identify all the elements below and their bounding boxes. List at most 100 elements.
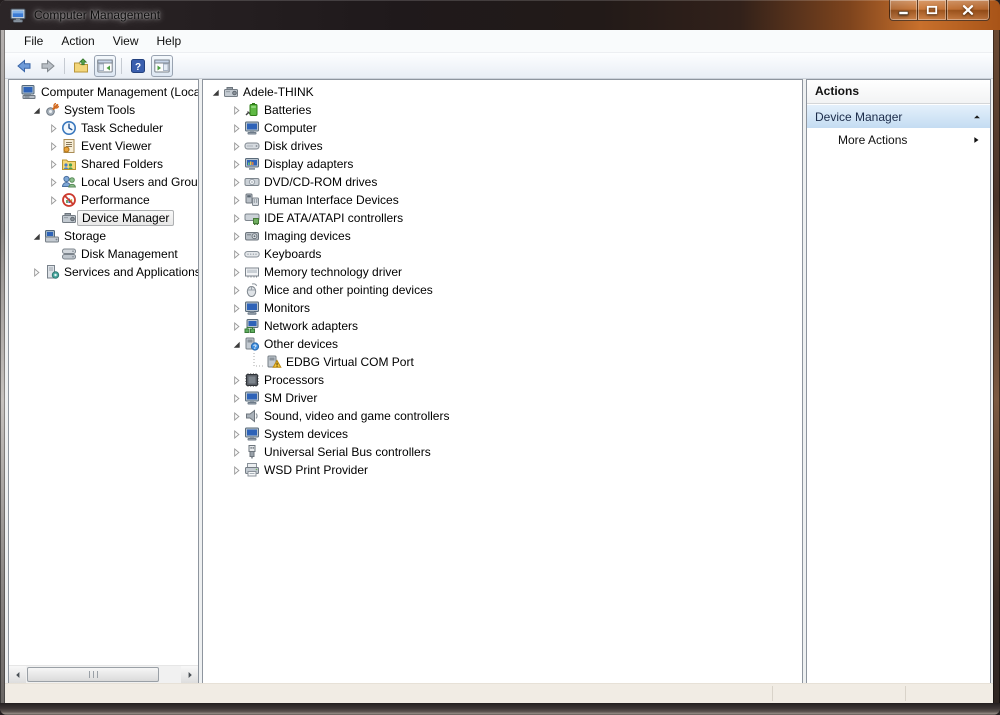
scroll-right-button[interactable] <box>181 666 198 683</box>
tree-item-services-and-applications[interactable]: Services and Applications <box>9 263 198 281</box>
tree-item-batteries[interactable]: Batteries <box>203 101 802 119</box>
expander-expanded-icon[interactable] <box>230 337 243 351</box>
tree-item-local-users-and-groups[interactable]: Local Users and Groups <box>9 173 198 191</box>
tree-item-memory-technology-driver[interactable]: Memory technology driver <box>203 263 802 281</box>
tree-item-label: SM Driver <box>264 391 317 405</box>
scrollbar-track[interactable] <box>26 666 181 683</box>
minimize-button[interactable] <box>889 0 918 21</box>
tree-item-disk-management[interactable]: Disk Management <box>9 245 198 263</box>
maximize-button[interactable] <box>918 0 947 21</box>
expander-expanded-icon[interactable] <box>30 103 43 117</box>
expander-collapsed-icon[interactable] <box>230 265 243 279</box>
tree-item-keyboards[interactable]: Keyboards <box>203 245 802 263</box>
menu-file[interactable]: File <box>15 32 52 50</box>
expander-expanded-icon[interactable] <box>209 85 222 99</box>
tree-item-computer-management-local[interactable]: Computer Management (Local <box>9 83 198 101</box>
tree-item-performance[interactable]: Performance <box>9 191 198 209</box>
menu-help[interactable]: Help <box>148 32 191 50</box>
expander-collapsed-icon[interactable] <box>230 409 243 423</box>
expander-collapsed-icon[interactable] <box>30 265 43 279</box>
expander-collapsed-icon[interactable] <box>47 193 60 207</box>
tree-item-label: Local Users and Groups <box>81 175 199 189</box>
expander-collapsed-icon[interactable] <box>230 247 243 261</box>
expander-collapsed-icon[interactable] <box>230 373 243 387</box>
tree-item-other-devices[interactable]: ?Other devices <box>203 335 802 353</box>
tree-item-universal-serial-bus-controllers[interactable]: Universal Serial Bus controllers <box>203 443 802 461</box>
window-controls <box>889 0 990 21</box>
tree-item-device-manager[interactable]: Device Manager <box>9 209 198 227</box>
back-arrow-icon <box>16 58 32 74</box>
actions-group-device-manager[interactable]: Device Manager <box>807 104 990 128</box>
menu-view[interactable]: View <box>104 32 148 50</box>
help-button[interactable]: ? <box>127 55 149 77</box>
expander-collapsed-icon[interactable] <box>230 211 243 225</box>
tree-item-label: Event Viewer <box>81 139 151 153</box>
expander-collapsed-icon[interactable] <box>230 391 243 405</box>
expander-collapsed-icon[interactable] <box>47 157 60 171</box>
expander-collapsed-icon[interactable] <box>230 229 243 243</box>
performance-icon <box>61 192 77 208</box>
usb-icon <box>244 444 260 460</box>
tree-item-sound-video-and-game-controllers[interactable]: Sound, video and game controllers <box>203 407 802 425</box>
toolbar-separator <box>121 58 122 74</box>
expander-collapsed-icon[interactable] <box>47 139 60 153</box>
tree-item-storage[interactable]: Storage <box>9 227 198 245</box>
tree-item-monitors[interactable]: Monitors <box>203 299 802 317</box>
forward-button[interactable] <box>37 55 59 77</box>
tree-item-shared-folders[interactable]: Shared Folders <box>9 155 198 173</box>
titlebar[interactable]: Computer Management <box>0 0 1000 30</box>
up-one-level-button[interactable] <box>70 55 92 77</box>
tree-item-ide-ata-atapi-controllers[interactable]: IDE ATA/ATAPI controllers <box>203 209 802 227</box>
tree-item-human-interface-devices[interactable]: Human Interface Devices <box>203 191 802 209</box>
back-button[interactable] <box>13 55 35 77</box>
tree-item-disk-drives[interactable]: Disk drives <box>203 137 802 155</box>
expander-collapsed-icon[interactable] <box>47 175 60 189</box>
expander-collapsed-icon[interactable] <box>230 121 243 135</box>
expander-collapsed-icon[interactable] <box>230 283 243 297</box>
expander-collapsed-icon[interactable] <box>230 103 243 117</box>
expander-collapsed-icon[interactable] <box>230 319 243 333</box>
device-tree: Adele-THINKBatteriesComputerDisk drivesD… <box>203 80 802 479</box>
scroll-left-button[interactable] <box>9 666 26 683</box>
expander-collapsed-icon[interactable] <box>230 427 243 441</box>
client-area: FileActionViewHelp ? Computer Management… <box>5 30 993 703</box>
forward-arrow-icon <box>40 58 56 74</box>
expander-collapsed-icon[interactable] <box>230 139 243 153</box>
close-button[interactable] <box>947 0 990 21</box>
scrollbar-thumb[interactable] <box>27 667 159 682</box>
more-actions-label: More Actions <box>838 133 907 147</box>
show-hide-console-tree-button[interactable] <box>94 55 116 77</box>
tree-item-system-tools[interactable]: System Tools <box>9 101 198 119</box>
tree-item-event-viewer[interactable]: Event Viewer <box>9 137 198 155</box>
horizontal-scrollbar[interactable] <box>9 665 198 683</box>
tree-item-network-adapters[interactable]: Network adapters <box>203 317 802 335</box>
more-actions-item[interactable]: More Actions <box>807 128 990 151</box>
tree-item-display-adapters[interactable]: Display adapters <box>203 155 802 173</box>
expander-collapsed-icon[interactable] <box>230 157 243 171</box>
tree-item-dvd-cd-rom-drives[interactable]: DVD/CD-ROM drives <box>203 173 802 191</box>
menu-action[interactable]: Action <box>52 32 103 50</box>
tree-item-edbg-virtual-com-port[interactable]: EDBG Virtual COM Port <box>203 353 802 371</box>
show-hide-action-pane-button[interactable] <box>151 55 173 77</box>
expander-collapsed-icon[interactable] <box>230 193 243 207</box>
expander-expanded-icon[interactable] <box>30 229 43 243</box>
tree-item-processors[interactable]: Processors <box>203 371 802 389</box>
expander-collapsed-icon[interactable] <box>230 463 243 477</box>
expander-collapsed-icon[interactable] <box>230 445 243 459</box>
tree-item-wsd-print-provider[interactable]: WSD Print Provider <box>203 461 802 479</box>
action-pane-icon <box>154 58 170 74</box>
tree-item-sm-driver[interactable]: SM Driver <box>203 389 802 407</box>
tree-item-mice-and-other-pointing-devices[interactable]: Mice and other pointing devices <box>203 281 802 299</box>
expander-collapsed-icon[interactable] <box>47 121 60 135</box>
expander-collapsed-icon[interactable] <box>230 175 243 189</box>
expander-collapsed-icon[interactable] <box>230 301 243 315</box>
device-tree-pane: Adele-THINKBatteriesComputerDisk drivesD… <box>202 79 803 684</box>
system-tools-icon <box>44 102 60 118</box>
folder-up-icon <box>73 58 89 74</box>
tree-item-adele-think[interactable]: Adele-THINK <box>203 83 802 101</box>
tree-item-system-devices[interactable]: System devices <box>203 425 802 443</box>
collapse-chevron-icon[interactable] <box>972 112 982 122</box>
tree-item-imaging-devices[interactable]: Imaging devices <box>203 227 802 245</box>
tree-item-computer[interactable]: Computer <box>203 119 802 137</box>
tree-item-task-scheduler[interactable]: Task Scheduler <box>9 119 198 137</box>
